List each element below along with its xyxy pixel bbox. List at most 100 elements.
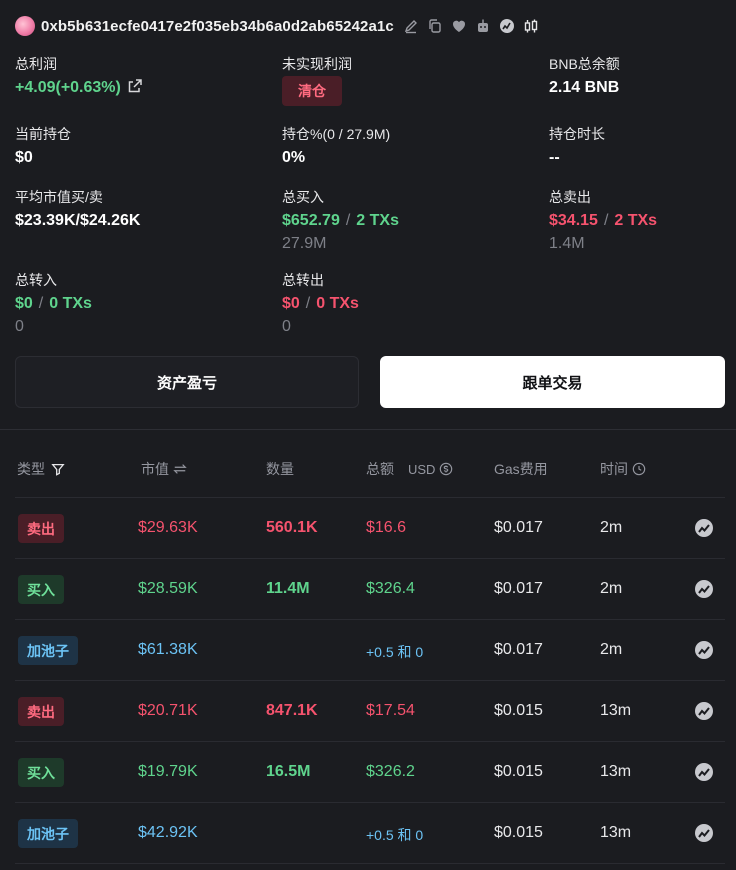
tx-chart-icon[interactable] xyxy=(694,762,714,782)
stat-label: BNB总余额 xyxy=(549,56,620,72)
swap-icon[interactable] xyxy=(173,462,187,476)
stat-total-transfer-out: 总转出 $0 / 0 TXs 0 xyxy=(282,271,359,337)
clear-position-button[interactable]: 清仓 xyxy=(282,76,342,106)
tx-chart-icon[interactable] xyxy=(694,701,714,721)
th-total-label: 总额 xyxy=(366,461,394,477)
section-divider xyxy=(0,429,736,430)
heart-icon[interactable] xyxy=(450,17,468,35)
stat-unrealized-profit: 未实现利润 清仓 xyxy=(282,55,352,106)
stat-holding-duration: 持仓时长 -- xyxy=(549,125,605,168)
th-total-unit: USD xyxy=(408,461,436,477)
stat-label: 总转出 xyxy=(282,272,324,288)
trade-type-badge: 卖出 xyxy=(18,697,64,726)
table-row[interactable]: 买入 $19.79K 16.5M $326.2 $0.015 13m xyxy=(0,742,736,803)
transfer-in-txs: 0 TXs xyxy=(49,295,92,312)
mcap-cell: $29.63K xyxy=(138,519,198,536)
th-time[interactable]: 时间 xyxy=(600,459,646,479)
transfer-out-tokens: 0 xyxy=(282,318,291,335)
bot-icon[interactable] xyxy=(474,17,492,35)
wallet-address[interactable]: 0xb5b631ecfe0417e2f035eb34b6a0d2ab65242a… xyxy=(41,18,394,35)
separator: / xyxy=(603,212,609,229)
amount-cell: 11.4M xyxy=(266,580,310,597)
tx-chart-icon[interactable] xyxy=(694,579,714,599)
trade-type-badge: 加池子 xyxy=(18,636,78,665)
gas-cell: $0.017 xyxy=(494,519,543,536)
transfer-in-tokens: 0 xyxy=(15,318,24,335)
transfer-in-amount: $0 xyxy=(15,295,33,312)
tx-chart-icon[interactable] xyxy=(694,518,714,538)
stat-label: 平均市值买/卖 xyxy=(15,189,103,205)
stat-avg-mcap: 平均市值买/卖 $23.39K/$24.26K xyxy=(15,188,140,231)
stat-label: 持仓时长 xyxy=(549,126,605,142)
avg-mcap-value: $23.39K/$24.26K xyxy=(15,212,141,229)
th-type[interactable]: 类型 xyxy=(17,459,65,479)
wallet-avatar xyxy=(15,16,35,36)
transfer-out-amount: $0 xyxy=(282,295,300,312)
edit-icon[interactable] xyxy=(402,17,420,35)
separator: / xyxy=(345,212,351,229)
trade-type-badge: 买入 xyxy=(18,575,64,604)
current-holding-value: $0 xyxy=(15,149,33,166)
pnl-button[interactable]: 资产盈亏 xyxy=(15,356,359,408)
total-buy-tokens: 27.9M xyxy=(282,235,327,252)
candlestick-icon[interactable] xyxy=(522,17,540,35)
gas-cell: $0.017 xyxy=(494,580,543,597)
chart-circle-icon[interactable] xyxy=(498,17,516,35)
transfer-out-txs: 0 TXs xyxy=(316,295,359,312)
time-cell: 13m xyxy=(600,763,632,780)
tx-chart-icon[interactable] xyxy=(694,640,714,660)
th-mcap-label: 市值 xyxy=(141,461,169,477)
amount-cell: 560.1K xyxy=(266,519,318,536)
total-sell-amount: $34.15 xyxy=(549,212,598,229)
total-cell: $326.2 xyxy=(366,763,415,780)
copy-trade-button[interactable]: 跟单交易 xyxy=(380,356,725,408)
currency-toggle-icon[interactable] xyxy=(439,462,453,476)
amount-cell: 847.1K xyxy=(266,702,318,719)
separator: / xyxy=(305,295,311,312)
th-time-label: 时间 xyxy=(600,461,628,477)
mcap-cell: $28.59K xyxy=(138,580,198,597)
mcap-cell: $19.79K xyxy=(138,763,198,780)
time-cell: 2m xyxy=(600,641,623,658)
trade-type-badge: 加池子 xyxy=(18,819,78,848)
table-row[interactable]: 买入 $28.59K 11.4M $326.4 $0.017 2m xyxy=(0,559,736,620)
total-buy-txs: 2 TXs xyxy=(356,212,399,229)
tx-chart-icon[interactable] xyxy=(694,823,714,843)
table-row[interactable]: 加池子 $42.92K +0.5 和 0 $0.015 13m xyxy=(0,803,736,864)
mcap-cell: $20.71K xyxy=(138,702,198,719)
holding-duration-value: -- xyxy=(549,149,560,166)
gas-cell: $0.015 xyxy=(494,763,543,780)
th-amount: 数量 xyxy=(266,459,294,479)
time-cell: 13m xyxy=(600,824,632,841)
total-sell-tokens: 1.4M xyxy=(549,235,585,252)
copy-icon[interactable] xyxy=(426,17,444,35)
wallet-header: 0xb5b631ecfe0417e2f035eb34b6a0d2ab65242a… xyxy=(15,14,540,38)
clock-icon[interactable] xyxy=(632,462,646,476)
stat-label: 未实现利润 xyxy=(282,56,352,72)
stat-label: 总买入 xyxy=(282,189,324,205)
table-row[interactable]: 加池子 $61.38K +0.5 和 0 $0.017 2m xyxy=(0,620,736,681)
external-link-icon[interactable] xyxy=(127,78,143,100)
stat-current-holding: 当前持仓 $0 xyxy=(15,125,71,168)
time-cell: 13m xyxy=(600,702,632,719)
filter-icon[interactable] xyxy=(51,462,65,476)
time-cell: 2m xyxy=(600,580,623,597)
gas-cell: $0.015 xyxy=(494,702,543,719)
total-cell: $326.4 xyxy=(366,580,415,597)
stat-label: 总卖出 xyxy=(549,189,591,205)
total-buy-amount: $652.79 xyxy=(282,212,340,229)
stat-label: 当前持仓 xyxy=(15,126,71,142)
total-cell: +0.5 和 0 xyxy=(366,827,424,843)
gas-cell: $0.015 xyxy=(494,824,543,841)
th-mcap[interactable]: 市值 xyxy=(141,459,187,479)
gas-cell: $0.017 xyxy=(494,641,543,658)
total-profit-value: +4.09(+0.63%) xyxy=(15,79,121,96)
table-header: 类型 市值 数量 总额 USD Gas费用 时间 xyxy=(0,455,736,481)
th-gas-label: Gas费用 xyxy=(494,461,548,477)
table-row[interactable]: 卖出 $29.63K 560.1K $16.6 $0.017 2m xyxy=(0,498,736,559)
mcap-cell: $42.92K xyxy=(138,824,198,841)
table-row[interactable]: 卖出 $20.71K 847.1K $17.54 $0.015 13m xyxy=(0,681,736,742)
th-total[interactable]: 总额 USD xyxy=(366,459,453,479)
trade-type-badge: 卖出 xyxy=(18,514,64,543)
th-amount-label: 数量 xyxy=(266,461,294,477)
